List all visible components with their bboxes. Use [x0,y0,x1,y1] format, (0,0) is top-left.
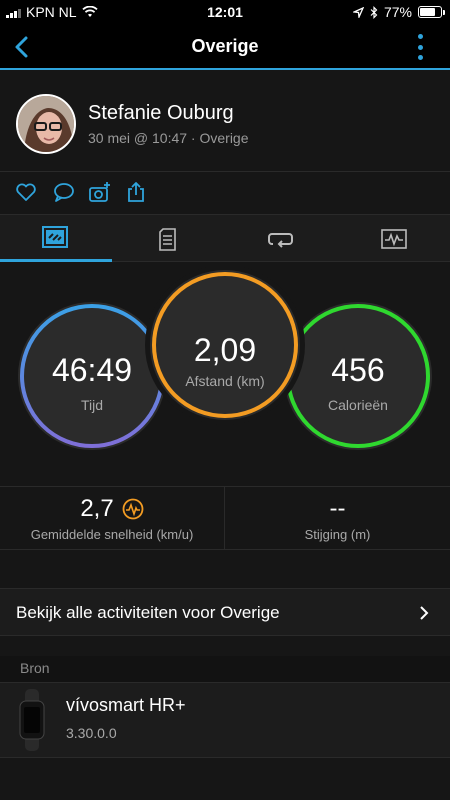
source-section-header: Bron [0,656,450,682]
repeat-icon [268,232,293,248]
battery-percent: 77% [383,4,412,20]
avg-speed-stat[interactable]: 2,7 Gemiddelde snelheid (km/u) [0,487,225,549]
share-icon[interactable] [124,180,148,204]
calories-ring[interactable]: 456 Calorieën [284,302,432,450]
distance-ring[interactable]: 2,09 Afstand (km) [150,270,300,420]
device-image [19,689,45,751]
stats-row: 2,7 Gemiddelde snelheid (km/u) -- Stijgi… [0,486,450,550]
activity-header: Stefanie Ouburg 30 mei @ 10:47 · Overige [0,82,450,172]
calories-label: Calorieën [328,397,388,413]
more-vertical-icon[interactable] [416,34,424,60]
bluetooth-icon [370,5,378,19]
battery-level [420,8,436,16]
user-name[interactable]: Stefanie Ouburg [88,102,234,125]
source-header-label: Bron [20,660,50,676]
tab-laps[interactable] [225,215,337,262]
elevation-stat[interactable]: -- Stijging (m) [225,487,450,549]
comment-icon[interactable] [52,180,76,204]
avg-speed-value: 2,7 [80,495,114,522]
heart-icon[interactable] [14,180,38,204]
device-row[interactable]: vívosmart HR+ 3.30.0.0 [0,682,450,758]
elevation-label: Stijging (m) [304,527,371,542]
activity-meta: 30 mei @ 10:47 · Overige [88,130,249,146]
page-title: Overige [191,36,259,56]
tab-charts[interactable] [338,215,450,262]
time-label: Tijd [80,397,104,413]
document-icon [159,227,176,251]
avatar[interactable] [16,94,76,154]
time-ring[interactable]: 46:49 Tijd [18,302,166,450]
time-value: 46:49 [51,352,133,388]
avg-speed-label: Gemiddelde snelheid (km/u) [30,527,194,542]
calories-value: 456 [331,352,385,388]
device-name: vívosmart HR+ [66,695,186,715]
action-bar [0,172,450,214]
tab-bar [0,214,450,262]
battery-icon [418,6,445,18]
location-icon [352,6,364,18]
distance-label: Afstand (km) [185,373,265,389]
overview-icon [42,226,68,248]
tab-overview[interactable] [0,215,112,262]
chevron-right-icon [420,606,429,620]
summary-rings: 46:49 Tijd 456 Calorieën 2,09 Afstand (k… [0,262,450,465]
nav-bar: Overige [0,24,450,70]
tab-details[interactable] [112,215,224,262]
view-all-activities-row[interactable]: Bekijk alle activiteiten voor Overige [0,588,450,636]
distance-value: 2,09 [193,332,257,368]
view-all-label: Bekijk alle activiteiten voor Overige [16,603,280,622]
elevation-value: -- [329,495,346,522]
avatar-photo [18,96,74,152]
status-bar: KPN NL 12:01 77% [0,0,450,24]
device-version: 3.30.0.0 [66,725,117,741]
activity-badge-icon [122,498,144,520]
chart-icon [381,228,407,249]
add-photo-icon[interactable] [88,180,112,204]
